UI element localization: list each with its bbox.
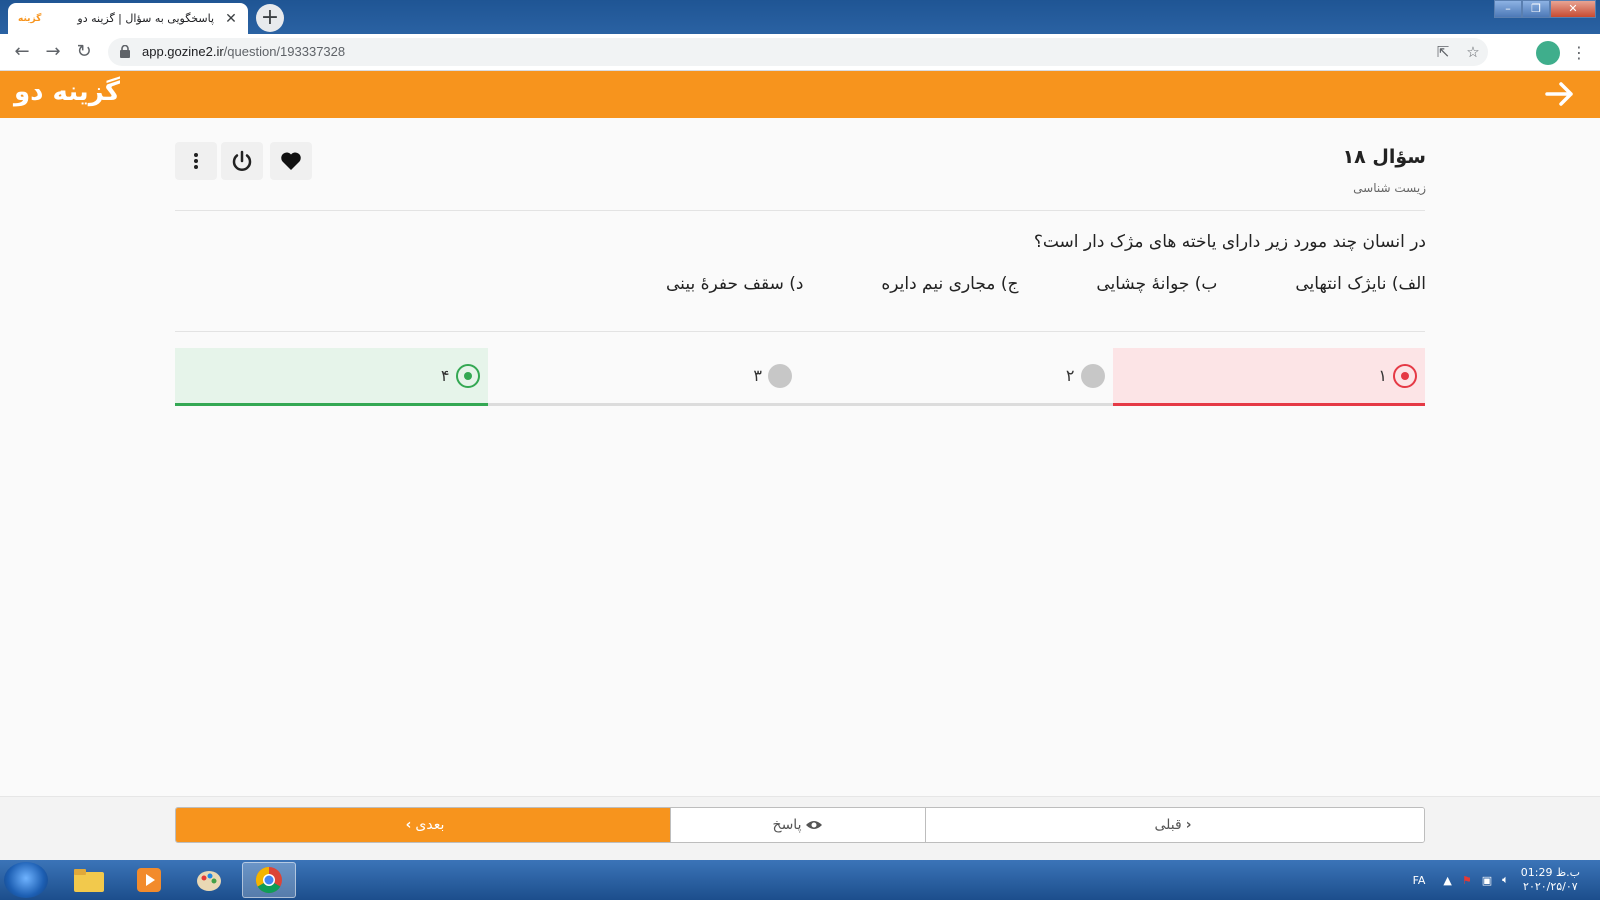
option-4[interactable]: ۴ bbox=[175, 348, 488, 406]
media-player-taskbar-icon[interactable] bbox=[122, 862, 176, 898]
os-taskbar: FA ▲ ⚑ ▣ 🔈︎ ب.ظ 01:29 ۲۰۲۰/۲۵/۰۷ bbox=[0, 860, 1600, 900]
close-window-button[interactable]: ✕ bbox=[1550, 0, 1596, 18]
previous-button[interactable]: ‹ قبلی bbox=[925, 808, 1424, 842]
show-answer-button[interactable]: پاسخ bbox=[670, 808, 925, 842]
clock-date: ۲۰۲۰/۲۵/۰۷ bbox=[1523, 880, 1578, 893]
statement-item: الف) نایژک انتهایی bbox=[1295, 274, 1426, 294]
power-button[interactable] bbox=[221, 142, 263, 180]
tab-title: پاسخگویی به سؤال | گزینه دو bbox=[77, 12, 214, 25]
forward-nav-icon[interactable]: → bbox=[41, 40, 65, 64]
power-icon bbox=[232, 150, 252, 171]
lock-icon bbox=[120, 45, 130, 58]
show-hidden-icons-icon[interactable]: ▲ bbox=[1443, 874, 1451, 887]
next-button[interactable]: بعدی › bbox=[176, 808, 670, 842]
question-subject: زیست شناسی bbox=[1353, 181, 1426, 195]
url-path: /question/193337328 bbox=[223, 44, 346, 59]
chevron-right-icon: › bbox=[405, 817, 412, 833]
url-host: app.gozine2.ir bbox=[142, 44, 224, 59]
more-options-button[interactable] bbox=[175, 142, 217, 180]
explorer-taskbar-icon[interactable] bbox=[62, 862, 116, 898]
volume-icon[interactable]: 🔈︎ bbox=[1502, 873, 1509, 887]
browser-menu-icon[interactable]: ⋮ bbox=[1570, 41, 1588, 65]
question-navigation: ‹ قبلی پاسخ بعدی › bbox=[175, 807, 1425, 843]
option-label: ۲ bbox=[1065, 366, 1075, 385]
paint-taskbar-icon[interactable] bbox=[182, 862, 236, 898]
browser-tab[interactable]: گزینه پاسخگویی به سؤال | گزینه دو ✕ bbox=[8, 3, 248, 34]
previous-label: قبلی bbox=[1154, 817, 1182, 833]
restore-button[interactable]: ❐ bbox=[1522, 0, 1550, 18]
chevron-left-icon: ‹ bbox=[1185, 817, 1192, 833]
more-vertical-icon bbox=[194, 153, 198, 169]
answer-label: پاسخ bbox=[772, 817, 802, 833]
statement-item: ج) مجاری نیم دایره bbox=[881, 274, 1019, 294]
open-external-icon[interactable]: ⇱ bbox=[1434, 43, 1452, 61]
statement-item: ب) جوانهٔ چشایی bbox=[1096, 274, 1218, 294]
language-indicator[interactable]: FA bbox=[1413, 874, 1426, 887]
bookmark-star-icon[interactable]: ☆ bbox=[1464, 43, 1482, 61]
browser-toolbar: ← → ↻ app.gozine2.ir/question/193337328 … bbox=[0, 34, 1600, 71]
network-icon[interactable]: ▣ bbox=[1482, 874, 1492, 887]
divider bbox=[175, 331, 1425, 332]
answer-options: ۱ ۲ ۳ ۴ bbox=[175, 348, 1425, 406]
question-title: سؤال ۱۸ bbox=[1342, 146, 1426, 168]
reload-icon[interactable]: ↻ bbox=[72, 40, 96, 64]
option-label: ۳ bbox=[753, 366, 762, 385]
chrome-taskbar-icon[interactable] bbox=[242, 862, 296, 898]
browser-tabstrip: گزینه پاسخگویی به سؤال | گزینه دو ✕ + – … bbox=[0, 0, 1600, 34]
statement-item: د) سقف حفرهٔ بینی bbox=[666, 274, 804, 294]
eye-icon bbox=[806, 821, 823, 829]
address-bar[interactable]: app.gozine2.ir/question/193337328 ⇱ ☆ bbox=[108, 38, 1488, 66]
app-logo[interactable]: گزینه دو bbox=[14, 77, 120, 107]
clock[interactable]: ب.ظ 01:29 ۲۰۲۰/۲۵/۰۷ bbox=[1521, 866, 1580, 894]
profile-avatar[interactable] bbox=[1536, 41, 1560, 65]
radio-selected-icon bbox=[1393, 363, 1417, 388]
radio-icon bbox=[768, 363, 792, 388]
start-button[interactable] bbox=[4, 862, 48, 898]
radio-icon bbox=[1080, 363, 1105, 388]
system-tray: FA ▲ ⚑ ▣ 🔈︎ ب.ظ 01:29 ۲۰۲۰/۲۵/۰۷ bbox=[1413, 866, 1580, 894]
favorite-button[interactable] bbox=[270, 142, 312, 180]
statements-row: الف) نایژک انتهایی ب) جوانهٔ چشایی ج) مج… bbox=[666, 274, 1426, 294]
next-label: بعدی bbox=[415, 817, 445, 833]
new-tab-button[interactable]: + bbox=[256, 4, 284, 32]
radio-correct-icon bbox=[455, 363, 480, 388]
divider bbox=[175, 210, 1425, 211]
back-nav-icon[interactable]: ← bbox=[10, 40, 34, 64]
option-label: ۴ bbox=[440, 366, 450, 385]
url-text: app.gozine2.ir/question/193337328 bbox=[142, 44, 345, 59]
action-center-flag-icon[interactable]: ⚑ bbox=[1462, 874, 1472, 887]
option-1[interactable]: ۱ bbox=[1112, 348, 1425, 406]
option-2[interactable]: ۲ bbox=[800, 348, 1113, 406]
arrow-right-icon[interactable] bbox=[1544, 79, 1576, 109]
question-text: در انسان چند مورد زیر دارای یاخته های مژ… bbox=[1033, 232, 1426, 252]
option-label: ۱ bbox=[1378, 366, 1387, 385]
close-tab-icon[interactable]: ✕ bbox=[224, 11, 238, 27]
heart-icon bbox=[281, 152, 301, 170]
app-header: گزینه دو bbox=[0, 71, 1600, 118]
option-3[interactable]: ۳ bbox=[487, 348, 800, 406]
window-controls: – ❐ ✕ bbox=[1494, 0, 1596, 20]
clock-time: ب.ظ 01:29 bbox=[1520, 866, 1580, 879]
minimize-button[interactable]: – bbox=[1494, 0, 1522, 18]
favicon-icon: گزینه bbox=[18, 13, 42, 24]
